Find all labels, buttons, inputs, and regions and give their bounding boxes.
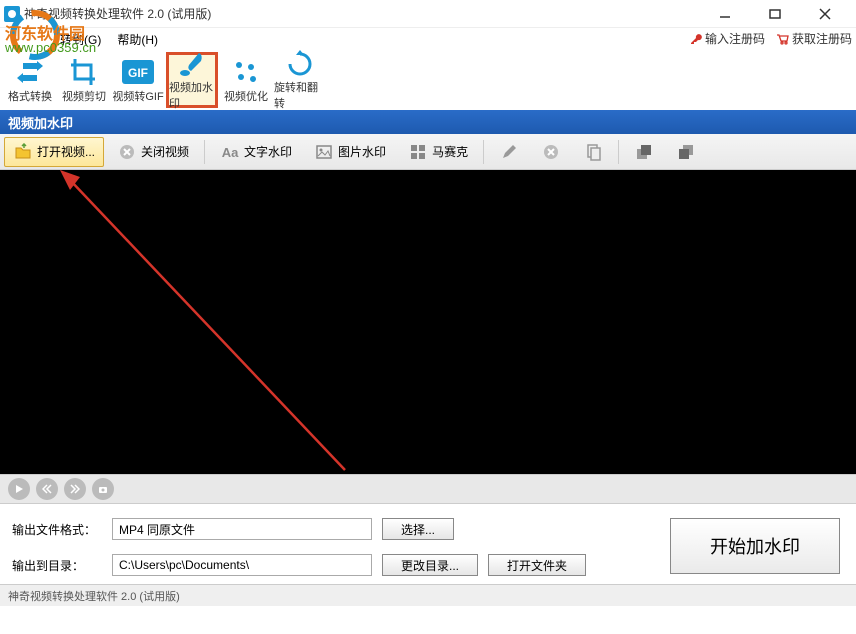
output-dir-label: 输出到目录： bbox=[12, 557, 102, 574]
svg-text:Aa: Aa bbox=[222, 145, 239, 160]
change-dir-button[interactable]: 更改目录... bbox=[382, 554, 478, 576]
tool-format-convert[interactable]: 格式转换 bbox=[4, 52, 56, 108]
rewind-icon bbox=[42, 484, 52, 494]
play-icon bbox=[14, 484, 24, 494]
svg-text:GIF: GIF bbox=[128, 66, 148, 80]
close-circle-icon bbox=[117, 142, 137, 162]
sparkle-icon bbox=[230, 56, 262, 88]
text-icon: Aa bbox=[220, 142, 240, 162]
window-title: 神奇视频转换处理软件 2.0 (试用版) bbox=[24, 5, 710, 22]
enter-reg-code-link[interactable]: 输入注册码 bbox=[688, 30, 765, 47]
tool-video-crop[interactable]: 视频剪切 bbox=[58, 52, 110, 108]
copy-icon bbox=[583, 142, 603, 162]
get-reg-code-link[interactable]: 获取注册码 bbox=[775, 30, 852, 47]
rewind-button[interactable] bbox=[36, 478, 58, 500]
crop-icon bbox=[68, 56, 100, 88]
select-format-button[interactable]: 选择... bbox=[382, 518, 454, 540]
delete-button[interactable] bbox=[532, 137, 570, 167]
bring-front-icon bbox=[634, 142, 654, 162]
output-dir-field[interactable] bbox=[112, 554, 372, 576]
edit-button[interactable] bbox=[490, 137, 528, 167]
close-video-button[interactable]: 关闭视频 bbox=[108, 137, 198, 167]
text-watermark-button[interactable]: Aa 文字水印 bbox=[211, 137, 301, 167]
forward-button[interactable] bbox=[64, 478, 86, 500]
section-title: 视频加水印 bbox=[0, 110, 856, 134]
copy-button[interactable] bbox=[574, 137, 612, 167]
camera-icon bbox=[98, 484, 108, 494]
layer-back-button[interactable] bbox=[667, 137, 705, 167]
mosaic-button[interactable]: 马赛克 bbox=[399, 137, 477, 167]
open-folder-button[interactable]: 打开文件夹 bbox=[488, 554, 586, 576]
rotate-icon bbox=[284, 49, 316, 79]
maximize-button[interactable] bbox=[760, 4, 790, 24]
tool-video-optimize[interactable]: 视频优化 bbox=[220, 52, 272, 108]
send-back-icon bbox=[676, 142, 696, 162]
image-watermark-button[interactable]: 图片水印 bbox=[305, 137, 395, 167]
brush-icon bbox=[176, 49, 208, 79]
start-watermark-button[interactable]: 开始加水印 bbox=[670, 518, 840, 574]
output-format-label: 输出文件格式： bbox=[12, 521, 102, 538]
app-icon bbox=[4, 6, 20, 22]
folder-open-icon bbox=[13, 142, 33, 162]
close-button[interactable] bbox=[810, 4, 840, 24]
menu-help[interactable]: 帮助(H) bbox=[117, 31, 158, 48]
output-format-field[interactable] bbox=[112, 518, 372, 540]
tool-rotate-flip[interactable]: 旋转和翻转 bbox=[274, 52, 326, 108]
cart-icon bbox=[775, 32, 789, 46]
key-icon bbox=[688, 32, 702, 46]
snapshot-button[interactable] bbox=[92, 478, 114, 500]
tool-video-watermark[interactable]: 视频加水印 bbox=[166, 52, 218, 108]
video-preview-area bbox=[0, 170, 856, 474]
open-video-button[interactable]: 打开视频... bbox=[4, 137, 104, 167]
play-button[interactable] bbox=[8, 478, 30, 500]
gif-icon: GIF bbox=[122, 56, 154, 88]
pencil-icon bbox=[499, 142, 519, 162]
tool-video-to-gif[interactable]: GIF 视频转GIF bbox=[112, 52, 164, 108]
menu-goto[interactable]: 转到(G) bbox=[60, 31, 101, 48]
layer-front-button[interactable] bbox=[625, 137, 663, 167]
mosaic-icon bbox=[408, 142, 428, 162]
image-icon bbox=[314, 142, 334, 162]
status-bar: 神奇视频转换处理软件 2.0 (试用版) bbox=[0, 584, 856, 606]
delete-circle-icon bbox=[541, 142, 561, 162]
minimize-button[interactable] bbox=[710, 4, 740, 24]
forward-icon bbox=[70, 484, 80, 494]
convert-icon bbox=[14, 56, 46, 88]
